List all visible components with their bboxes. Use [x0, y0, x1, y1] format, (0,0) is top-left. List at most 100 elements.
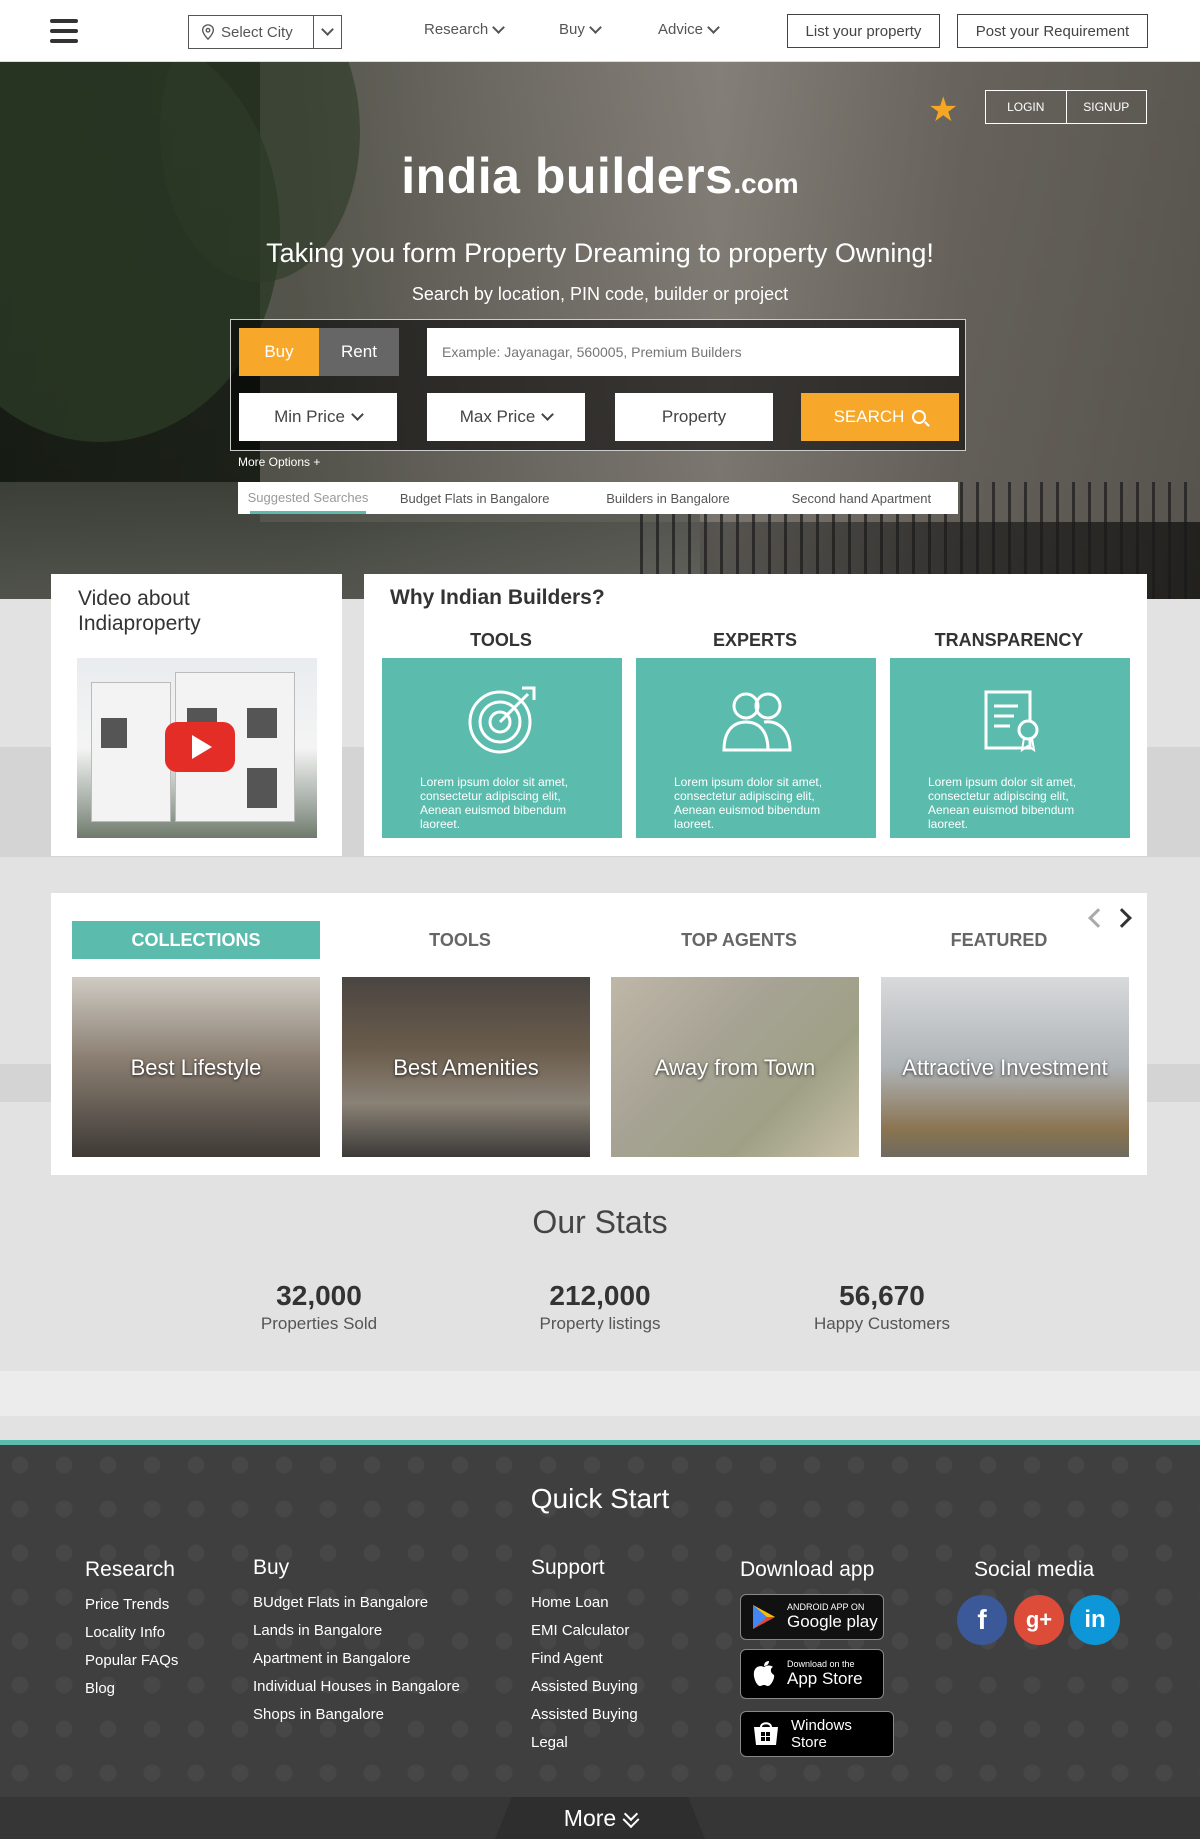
- app-store-badge[interactable]: Download on the App Store: [740, 1649, 884, 1699]
- city-select[interactable]: Select City: [188, 15, 342, 49]
- footer-link[interactable]: Price Trends: [85, 1591, 178, 1619]
- footer-social-column: Social media: [974, 1558, 1094, 1591]
- footer-column-heading: Research: [85, 1558, 175, 1581]
- footer: Quick Start Research Price Trends Locali…: [0, 1445, 1200, 1839]
- linkedin-icon[interactable]: in: [1070, 1595, 1120, 1645]
- badge-small-text: Download on the: [787, 1659, 855, 1669]
- nav-research[interactable]: Research: [424, 20, 506, 38]
- background-band: [0, 1371, 1200, 1416]
- tab-buy[interactable]: Buy: [239, 328, 319, 376]
- chevron-down-icon: [492, 20, 506, 34]
- site-logo[interactable]: india builders.com: [0, 147, 1200, 205]
- footer-link[interactable]: Locality Info: [85, 1619, 178, 1647]
- login-button[interactable]: LOGIN: [986, 91, 1067, 123]
- more-button-label: More: [563, 1804, 617, 1831]
- footer-link[interactable]: Apartment in Bangalore: [253, 1645, 460, 1673]
- collection-tile-amenities[interactable]: Best Amenities: [342, 977, 590, 1157]
- certificate-icon: [984, 690, 1039, 753]
- tab-collections[interactable]: COLLECTIONS: [72, 921, 320, 959]
- property-type-dropdown[interactable]: Property: [615, 393, 773, 441]
- footer-buy-column: Buy BUdget Flats in Bangalore Lands in B…: [253, 1556, 460, 1729]
- nav-advice[interactable]: Advice: [658, 20, 720, 38]
- tab-tools[interactable]: TOOLS: [336, 921, 584, 959]
- top-navbar: Select City Research Buy Advice List you…: [0, 0, 1200, 62]
- window-illustration: [247, 708, 277, 738]
- list-property-button[interactable]: List your property: [787, 14, 940, 48]
- youtube-play-icon[interactable]: [165, 722, 235, 772]
- why-tile-text: Lorem ipsum dolor sit amet, consectetur …: [674, 775, 823, 831]
- stat-property-listings: 212,000 Property listings: [480, 1280, 720, 1334]
- suggestion-link[interactable]: Second hand Apartment: [765, 491, 958, 506]
- target-icon: [468, 686, 536, 754]
- video-thumbnail[interactable]: [77, 658, 317, 838]
- footer-column-heading: Social media: [974, 1558, 1095, 1581]
- why-heading-transparency: TRANSPARENCY: [934, 630, 1084, 650]
- footer-link[interactable]: Shops in Bangalore: [253, 1701, 460, 1729]
- nav-buy-label: Buy: [559, 21, 585, 38]
- tab-featured[interactable]: FEATURED: [875, 921, 1123, 959]
- tab-top-agents[interactable]: TOP AGENTS: [615, 921, 863, 959]
- chevron-down-icon: [588, 20, 602, 34]
- footer-link[interactable]: EMI Calculator: [531, 1617, 638, 1645]
- hamburger-menu-icon[interactable]: [50, 19, 78, 43]
- stat-value: 32,000: [276, 1280, 362, 1311]
- collection-tile-label: Best Lifestyle: [130, 1055, 262, 1080]
- footer-link[interactable]: Blog: [85, 1675, 178, 1703]
- windows-store-badge[interactable]: Windows Store: [740, 1711, 894, 1757]
- search-button-label: SEARCH: [833, 407, 905, 426]
- footer-link[interactable]: BUdget Flats in Bangalore: [253, 1589, 460, 1617]
- suggestion-link[interactable]: Builders in Bangalore: [571, 491, 764, 506]
- max-price-label: Max Price: [459, 407, 536, 426]
- nav-buy[interactable]: Buy: [559, 20, 602, 38]
- collection-tile-label: Attractive Investment: [902, 1055, 1108, 1080]
- footer-link[interactable]: Lands in Bangalore: [253, 1617, 460, 1645]
- footer-link[interactable]: Popular FAQs: [85, 1647, 178, 1675]
- chevron-down-icon: [541, 408, 555, 421]
- footer-link[interactable]: Find Agent: [531, 1645, 638, 1673]
- tab-rent[interactable]: Rent: [319, 328, 399, 376]
- search-button[interactable]: SEARCH: [801, 393, 959, 441]
- google-play-badge[interactable]: ANDROID APP ON Google play: [740, 1594, 884, 1640]
- apple-icon: [753, 1661, 775, 1686]
- more-options-link[interactable]: More Options +: [238, 455, 320, 469]
- stat-properties-sold: 32,000 Properties Sold: [199, 1280, 439, 1334]
- more-button[interactable]: More: [495, 1797, 705, 1839]
- windows-store-icon: [754, 1722, 778, 1745]
- footer-research-column: Research Price Trends Locality Info Popu…: [85, 1558, 178, 1703]
- suggested-searches-label[interactable]: Suggested Searches: [238, 482, 378, 514]
- facebook-icon[interactable]: f: [957, 1595, 1007, 1645]
- badge-small-text: Store: [791, 1734, 827, 1751]
- window-illustration: [101, 718, 127, 748]
- footer-link[interactable]: Individual Houses in Bangalore: [253, 1673, 460, 1701]
- footer-link[interactable]: Home Loan: [531, 1589, 638, 1617]
- suggestion-link[interactable]: Budget Flats in Bangalore: [378, 491, 571, 506]
- collection-tile-label: Away from Town: [654, 1055, 816, 1080]
- post-requirement-button[interactable]: Post your Requirement: [957, 14, 1148, 48]
- logo-main-text: india builders: [401, 148, 734, 204]
- favorite-star-icon[interactable]: ★: [928, 90, 958, 130]
- min-price-dropdown[interactable]: Min Price: [239, 393, 397, 441]
- badge-small-text: ANDROID APP ON: [787, 1602, 865, 1612]
- suggested-searches-bar: Suggested Searches Budget Flats in Banga…: [238, 482, 958, 514]
- max-price-dropdown[interactable]: Max Price: [427, 393, 585, 441]
- chevron-down-icon: [707, 20, 720, 34]
- footer-title: Quick Start: [530, 1483, 670, 1514]
- video-card-title: Video about Indiaproperty: [78, 587, 201, 635]
- hero-tagline: Taking you form Property Dreaming to pro…: [266, 238, 934, 268]
- collection-tile-lifestyle[interactable]: Best Lifestyle: [72, 977, 320, 1157]
- stat-label: Property listings: [539, 1314, 661, 1333]
- footer-link[interactable]: Assisted Buying: [531, 1673, 638, 1701]
- footer-column-heading: Support: [531, 1556, 605, 1579]
- signup-button[interactable]: SIGNUP: [1067, 91, 1147, 123]
- footer-download-column: Download app: [740, 1558, 874, 1591]
- collection-tile-investment[interactable]: Attractive Investment: [881, 977, 1129, 1157]
- badge-big-text: Windows: [791, 1717, 852, 1734]
- google-plus-icon[interactable]: g+: [1014, 1595, 1064, 1645]
- why-tile-tools: Lorem ipsum dolor sit amet, consectetur …: [382, 658, 622, 838]
- footer-link[interactable]: Legal: [531, 1729, 638, 1757]
- collection-tile-town[interactable]: Away from Town: [611, 977, 859, 1157]
- search-input[interactable]: [427, 328, 959, 376]
- footer-link[interactable]: Assisted Buying: [531, 1701, 638, 1729]
- why-heading-tools: TOOLS: [470, 630, 532, 650]
- city-dropdown-toggle[interactable]: [313, 16, 341, 48]
